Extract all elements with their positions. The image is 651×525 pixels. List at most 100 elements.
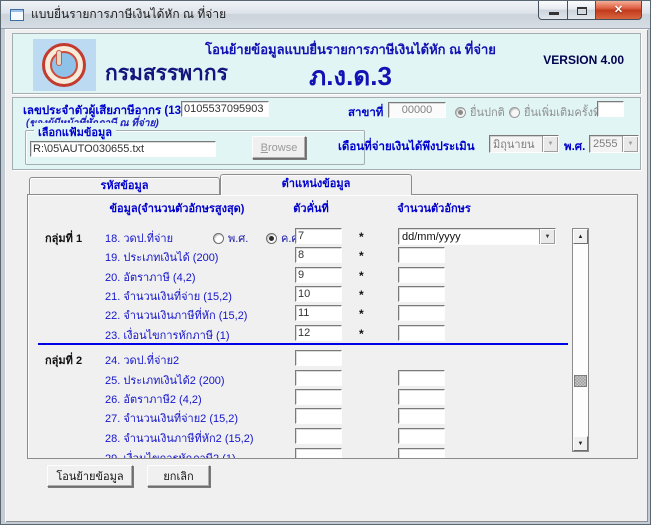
row-label: 25. ประเภทเงินได้2 (200)	[105, 375, 225, 387]
delimiter-input[interactable]	[295, 228, 342, 244]
charcount-input[interactable]	[398, 389, 445, 405]
branch-label: สาขาที่	[348, 107, 384, 119]
delimiter-input[interactable]	[295, 267, 342, 283]
table-row: 20. อัตราภาษี (4,2) *	[28, 267, 637, 285]
required-star: *	[359, 288, 364, 302]
delimiter-input[interactable]	[295, 428, 342, 444]
maximize-icon	[577, 7, 587, 15]
scrollbar-thumb[interactable]	[574, 375, 587, 387]
app-window: แบบยื่นรายการภาษีเงินได้หัก ณ ที่จ่าย ✕ …	[0, 0, 651, 525]
tab-data-position[interactable]: ตำแหน่งข้อมูล	[220, 174, 412, 195]
row-label: 18. วดป.ที่จ่าย	[105, 233, 174, 245]
chevron-down-icon[interactable]: ▼	[539, 229, 555, 244]
filing-panel: เลขประจำตัวผู้เสียภาษีอากร (13 หลัก) (ขอ…	[12, 97, 641, 170]
charcount-input[interactable]	[398, 267, 445, 283]
tab-content: ข้อมูล(จำนวนตัวอักษรสูงสุด) ตัวคั่นที่ จ…	[27, 194, 638, 459]
delimiter-input[interactable]	[295, 370, 342, 386]
required-star: *	[359, 230, 364, 244]
header-panel: กรมสรรพากร โอนย้ายข้อมูลแบบยื่นรายการภาษ…	[12, 33, 641, 94]
maximize-button[interactable]	[568, 1, 596, 20]
required-star: *	[359, 327, 364, 341]
table-row: กลุ่มที่ 2 24. วดป.ที่จ่าย2	[28, 350, 637, 368]
titlebar[interactable]: แบบยื่นรายการภาษีเงินได้หัก ณ ที่จ่าย ✕	[1, 1, 650, 29]
file-path-input[interactable]	[30, 141, 216, 157]
scroll-up-icon[interactable]: ▲	[573, 229, 588, 244]
table-row: 29. เงื่อนไขการหักภาษี2 (1)	[28, 448, 637, 459]
column-header-charcount: จำนวนตัวอักษร	[397, 203, 471, 215]
date-format-dropdown[interactable]: dd/mm/yyyy ▼	[398, 228, 556, 245]
form-client-area: กรมสรรพากร โอนย้ายข้อมูลแบบยื่นรายการภาษ…	[5, 29, 648, 522]
delimiter-input[interactable]	[295, 389, 342, 405]
group-divider	[38, 343, 568, 345]
row-label: 20. อัตราภาษี (4,2)	[105, 272, 196, 284]
scroll-down-icon[interactable]: ▼	[573, 436, 588, 451]
charcount-input[interactable]	[398, 448, 445, 458]
row-label: 22. จำนวนเงินภาษีที่หัก (15,2)	[105, 310, 248, 322]
radio-filing-normal[interactable]: ยื่นปกติ	[455, 103, 505, 121]
row-label: 29. เงื่อนไขการหักภาษี2 (1)	[105, 453, 236, 459]
table-row: 25. ประเภทเงินได้2 (200)	[28, 370, 637, 388]
delimiter-input[interactable]	[295, 325, 342, 341]
radio-circle-icon	[509, 106, 520, 118]
cancel-button[interactable]: ยกเลิก	[147, 465, 210, 487]
table-row: 21. จำนวนเงินที่จ่าย (15,2) *	[28, 286, 637, 304]
seal-figure	[56, 50, 62, 66]
table-row: 22. จำนวนเงินภาษีที่หัก (15,2) *	[28, 305, 637, 323]
column-header-delimiter: ตัวคั่นที่	[293, 203, 329, 215]
chevron-down-icon[interactable]: ▼	[542, 136, 558, 152]
charcount-input[interactable]	[398, 286, 445, 302]
table-row: 19. ประเภทเงินได้ (200) *	[28, 247, 637, 265]
month-dropdown[interactable]: มิถุนายน ▼	[489, 135, 559, 153]
table-row: 23. เงื่อนไขการหักภาษี (1) *	[28, 325, 637, 343]
radio-filing-additional-label: ยื่นเพิ่มเติมครั้งที่	[524, 107, 601, 119]
delimiter-input[interactable]	[295, 350, 342, 366]
group-label: กลุ่มที่ 2	[45, 355, 83, 367]
window-title: แบบยื่นรายการภาษีเงินได้หัก ณ ที่จ่าย	[31, 7, 227, 21]
column-header-data: ข้อมูล(จำนวนตัวอักษรสูงสุด)	[109, 203, 245, 215]
branch-input[interactable]	[388, 102, 446, 118]
window-icon	[10, 9, 24, 21]
delimiter-input[interactable]	[295, 448, 342, 458]
month-label: เดือนที่จ่ายเงินได้พึงประเมิน	[338, 141, 475, 153]
seal-inner-circle	[50, 51, 78, 79]
minimize-icon	[549, 12, 559, 15]
radio-dot-icon	[455, 106, 466, 118]
close-button[interactable]: ✕	[596, 1, 642, 20]
required-star: *	[359, 269, 364, 283]
additional-number-input[interactable]	[597, 101, 624, 117]
radio-circle-icon	[213, 232, 224, 244]
group-label: กลุ่มที่ 1	[45, 233, 83, 245]
radio-filing-normal-label: ยื่นปกติ	[470, 107, 505, 119]
transfer-button[interactable]: โอนย้ายข้อมูล	[47, 465, 133, 487]
file-groupbox: เลือกแฟ้มข้อมูล Browse	[25, 123, 365, 165]
year-dropdown[interactable]: 2555 ▼	[589, 135, 639, 153]
seal-outer-ring	[42, 43, 86, 87]
delimiter-input[interactable]	[295, 247, 342, 263]
delimiter-input[interactable]	[295, 305, 342, 321]
era-label: พ.ศ.	[564, 141, 586, 153]
form-code: ภ.ง.ด.3	[309, 61, 392, 91]
radio-filing-additional[interactable]: ยื่นเพิ่มเติมครั้งที่	[509, 103, 600, 121]
charcount-input[interactable]	[398, 408, 445, 424]
row-label: 21. จำนวนเงินที่จ่าย (15,2)	[105, 291, 232, 303]
table-row: 28. จำนวนเงินภาษีที่หัก2 (15,2)	[28, 428, 637, 446]
charcount-input[interactable]	[398, 370, 445, 386]
version-label: VERSION 4.00	[543, 53, 624, 67]
charcount-input[interactable]	[398, 247, 445, 263]
revenue-department-seal	[33, 39, 96, 91]
rows-scrollbar[interactable]: ▲ ▼	[572, 228, 589, 452]
delimiter-input[interactable]	[295, 408, 342, 424]
file-groupbox-label: เลือกแฟ้มข้อมูล	[34, 123, 117, 141]
radio-era-be[interactable]: พ.ศ.	[213, 229, 248, 247]
tin-input[interactable]	[181, 101, 269, 117]
browse-button[interactable]: Browse	[252, 136, 306, 159]
minimize-button[interactable]	[538, 1, 568, 20]
charcount-input[interactable]	[398, 305, 445, 321]
tab-data-code[interactable]: รหัสข้อมูล	[29, 177, 220, 194]
charcount-input[interactable]	[398, 428, 445, 444]
row-label: 27. จำนวนเงินที่จ่าย2 (15,2)	[105, 413, 239, 425]
chevron-down-icon[interactable]: ▼	[622, 136, 638, 152]
charcount-input[interactable]	[398, 325, 445, 341]
delimiter-input[interactable]	[295, 286, 342, 302]
table-row: กลุ่มที่ 1 18. วดป.ที่จ่าย พ.ศ. ค.ศ. * d…	[28, 228, 637, 246]
